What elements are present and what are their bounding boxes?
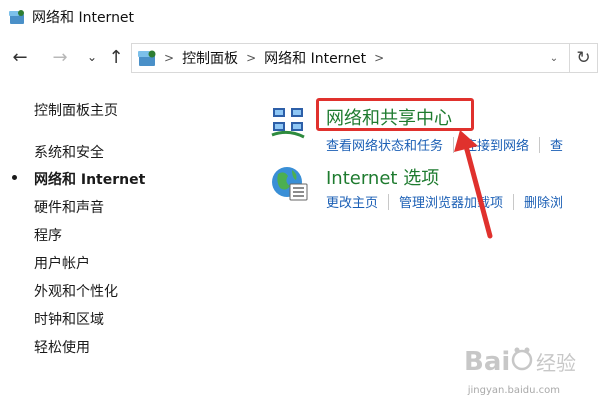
- refresh-icon: ↻: [576, 48, 591, 68]
- watermark-url: jingyan.baidu.com: [467, 385, 560, 396]
- link-change-homepage[interactable]: 更改主页: [326, 192, 388, 211]
- sidebar-item-clock-region[interactable]: 时钟和区域: [34, 309, 104, 329]
- chevron-down-icon: ⌄: [86, 50, 98, 64]
- back-button[interactable]: ←: [8, 44, 32, 70]
- link-view-truncated[interactable]: 查: [550, 135, 573, 154]
- forward-arrow-icon: →: [52, 46, 68, 68]
- recent-locations-button[interactable]: ⌄: [80, 44, 104, 70]
- breadcrumb-network-internet[interactable]: 网络和 Internet: [264, 48, 366, 68]
- sidebar-item-network-internet[interactable]: 网络和 Internet: [34, 169, 145, 189]
- link-delete-truncated[interactable]: 删除浏: [524, 192, 573, 211]
- breadcrumb-separator: >: [164, 51, 175, 65]
- link-divider: [388, 193, 390, 210]
- address-dropdown-button[interactable]: ⌄: [543, 44, 565, 72]
- category-internet-options: Internet 选项 更改主页 管理浏览器加载项 删除浏: [270, 164, 600, 214]
- baidu-jingyan-watermark-logo: Bai 经验: [464, 347, 576, 377]
- sidebar-item-system-security[interactable]: 系统和安全: [34, 142, 104, 162]
- chevron-down-icon: ⌄: [549, 52, 559, 64]
- title-bar: 网络和 Internet: [0, 0, 600, 34]
- link-view-network-status[interactable]: 查看网络状态和任务: [326, 135, 453, 154]
- sidebar-item-appearance[interactable]: 外观和个性化: [34, 281, 118, 301]
- network-sharing-center-icon: [271, 108, 305, 139]
- sidebar-item-user-accounts[interactable]: 用户帐户: [34, 253, 90, 273]
- sidebar-item-control-panel-home[interactable]: 控制面板主页: [34, 100, 118, 120]
- link-divider: [539, 136, 541, 153]
- up-button[interactable]: ↑: [104, 44, 128, 70]
- internet-options-link[interactable]: Internet 选项: [326, 164, 439, 190]
- navigation-bar: ← → ⌄ ↑ > 控制面板 > 网络和 Internet > ⌄ ↻: [0, 42, 600, 74]
- network-folder-icon: [9, 10, 24, 24]
- forward-button[interactable]: →: [48, 44, 72, 70]
- breadcrumb-control-panel[interactable]: 控制面板: [182, 48, 238, 68]
- back-arrow-icon: ←: [12, 46, 28, 68]
- breadcrumb-separator: >: [246, 51, 257, 65]
- link-divider: [513, 193, 515, 210]
- active-indicator: [12, 175, 17, 180]
- highlight-box: [316, 98, 474, 131]
- svg-text:经验: 经验: [536, 351, 576, 375]
- address-bar[interactable]: > 控制面板 > 网络和 Internet > ⌄ ↻: [131, 43, 598, 73]
- sidebar-item-programs[interactable]: 程序: [34, 225, 62, 245]
- sidebar-item-ease-of-access[interactable]: 轻松使用: [34, 337, 90, 357]
- up-arrow-icon: ↑: [108, 46, 124, 68]
- internet-options-icon: [272, 167, 308, 201]
- breadcrumb-separator: >: [374, 51, 385, 65]
- control-panel-icon: [138, 50, 156, 66]
- window-title: 网络和 Internet: [32, 10, 135, 26]
- svg-text:Bai: Bai: [464, 347, 510, 377]
- annotation-arrow-icon: [454, 130, 493, 239]
- refresh-button[interactable]: ↻: [569, 44, 597, 72]
- sidebar-item-hardware-sound[interactable]: 硬件和声音: [34, 197, 104, 217]
